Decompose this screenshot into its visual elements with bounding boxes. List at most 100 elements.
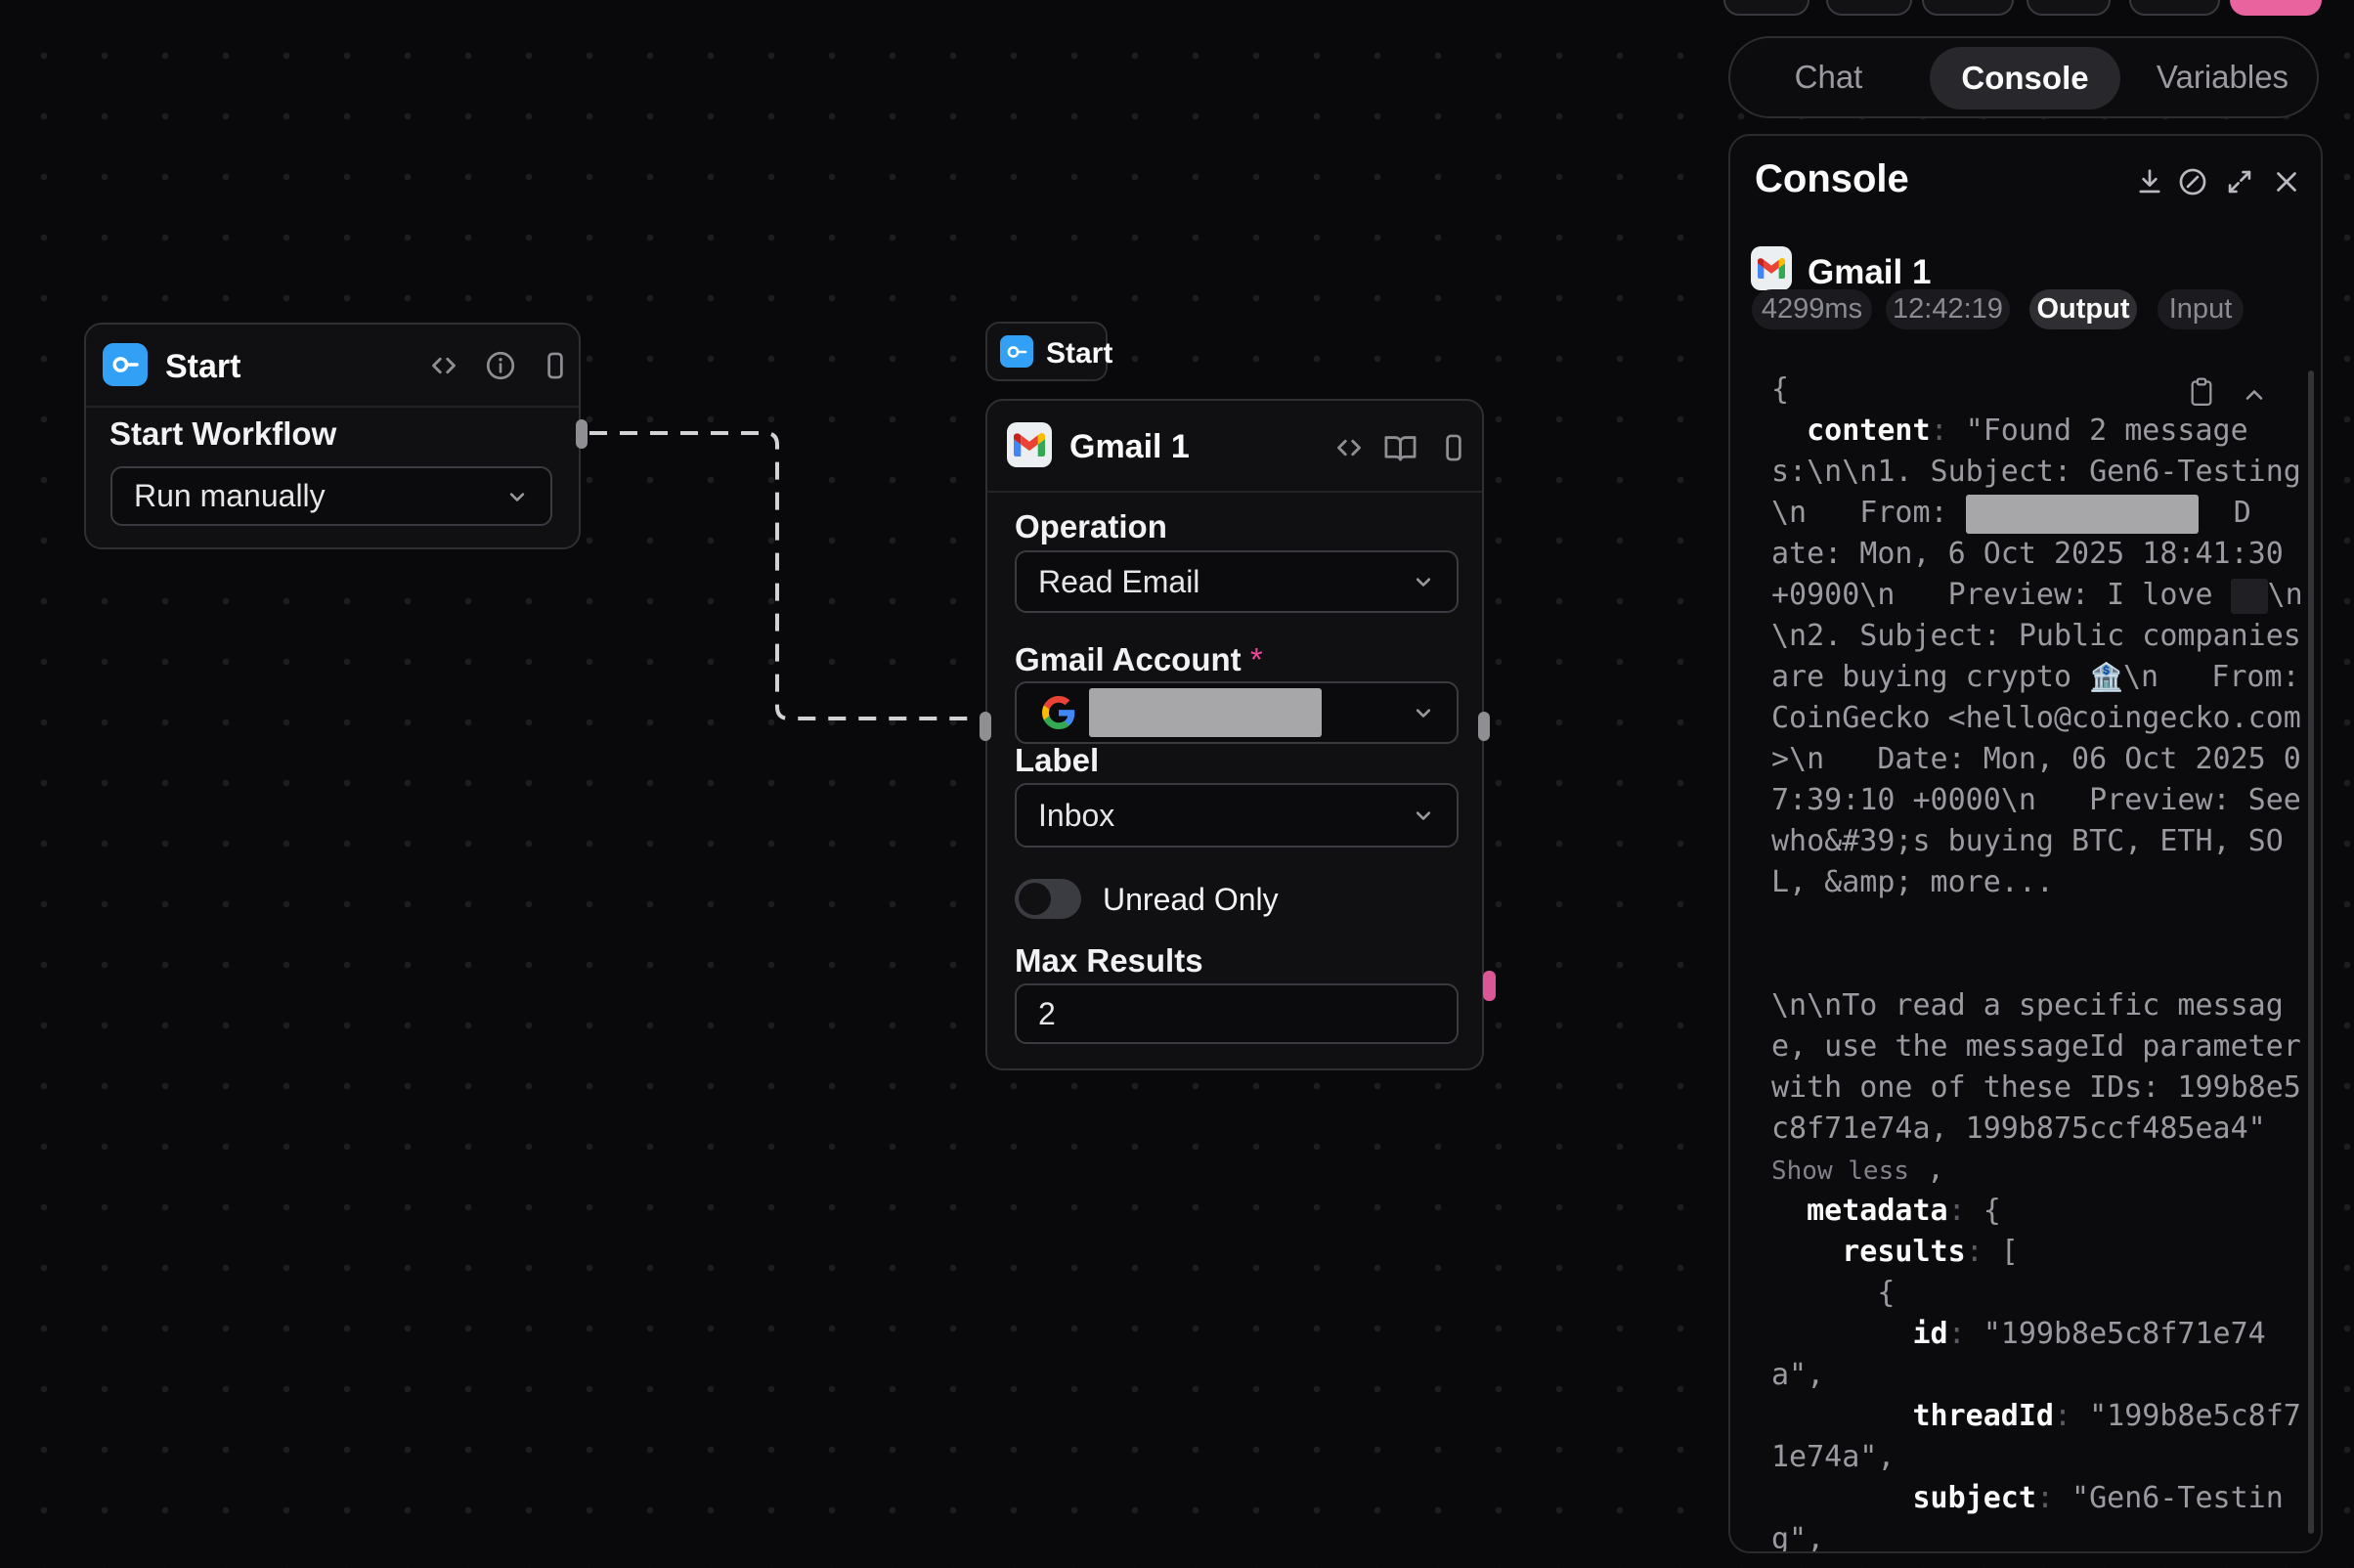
download-icon[interactable] (2133, 165, 2166, 198)
console-text-segment: D (2199, 496, 2251, 530)
gmail-account-select[interactable] (1015, 681, 1459, 744)
console-text-segment: \n (2268, 578, 2303, 612)
start-workflow-value: Run manually (134, 478, 326, 514)
gmail-node-output-handle[interactable] (1483, 971, 1496, 1001)
console-text-segment: "199b8e5c8f71e74 (1966, 1317, 2266, 1351)
panel-icon[interactable] (539, 349, 572, 382)
start-node-output-handle[interactable] (576, 419, 588, 449)
console-text-segment: \n2. Subject: Public companies (1771, 619, 2301, 653)
console-output-line: are buying crypto 🏦\n From: (1771, 657, 2321, 698)
console-text-segment: : (1948, 1317, 1966, 1351)
max-results-input[interactable]: 2 (1015, 983, 1459, 1044)
gmail-node-input-handle[interactable] (980, 712, 991, 741)
console-output-line: e, use the messageId parameter (1771, 1026, 2321, 1067)
max-results-label: Max Results (1015, 942, 1203, 980)
clear-console-icon[interactable] (2176, 165, 2209, 198)
max-results-value: 2 (1038, 996, 1056, 1032)
toolbar-button-1[interactable] (1723, 0, 1809, 16)
console-text-segment: s:\n\n1. Subject: Gen6-Testing (1771, 455, 2301, 489)
panel-tab-bar: Chat Console Variables (1728, 36, 2319, 118)
toolbar-button-5[interactable] (2129, 0, 2220, 16)
console-output-line: a", (1771, 1355, 2321, 1396)
info-icon[interactable] (484, 349, 517, 382)
console-output-line: { (1771, 370, 2321, 411)
console-text-segment: : (2054, 1399, 2071, 1433)
console-title: Console (1755, 157, 1909, 201)
show-less-link[interactable]: Show less (1771, 1156, 1909, 1186)
console-text-segment: threadId (1913, 1399, 2055, 1433)
output-tab[interactable]: Output (2029, 289, 2137, 329)
console-text-segment: who&#39;s buying BTC, ETH, SO (1771, 824, 2284, 858)
console-text-segment: c8f71e74a, 199b875ccf485ea4" (1771, 1111, 2266, 1146)
tab-console[interactable]: Console (1930, 47, 2120, 109)
console-text-segment: \n\nTo read a specific messag (1771, 988, 2284, 1023)
operation-label: Operation (1015, 508, 1167, 545)
console-text-segment: L, &amp; more... (1771, 865, 2054, 899)
toolbar-button-3[interactable] (1922, 0, 2014, 16)
console-text-segment: [ (1983, 1235, 2019, 1269)
console-text-segment (1771, 1481, 1913, 1515)
console-text-segment: with one of these IDs: 199b8e5 (1771, 1070, 2301, 1105)
docs-book-icon[interactable] (1383, 431, 1417, 465)
gmail-node-card[interactable]: Gmail 1 Operation Read Email Gmail Accou… (985, 399, 1484, 1070)
close-icon[interactable] (2270, 165, 2303, 198)
toolbar-button-2[interactable] (1826, 0, 1912, 16)
console-output-line (1771, 903, 2321, 944)
console-output-line: content: "Found 2 message (1771, 411, 2321, 452)
console-text-segment: { (1966, 1194, 2001, 1228)
console-output-line (1771, 944, 2321, 985)
console-output-line: \n2. Subject: Public companies (1771, 616, 2321, 657)
code-icon[interactable] (1331, 430, 1367, 465)
console-text-segment: a", (1771, 1358, 1824, 1392)
console-text-segment: 7:39:10 +0000\n Preview: See (1771, 783, 2301, 817)
console-text-segment (1771, 1399, 1913, 1433)
unread-only-label: Unread Only (1103, 882, 1279, 918)
console-output-line: id: "199b8e5c8f71e74 (1771, 1314, 2321, 1355)
console-text-segment: "Found 2 message (1948, 414, 2248, 448)
console-text-segment (1771, 414, 1807, 448)
gmail-node-right-handle[interactable] (1478, 712, 1490, 741)
chevron-down-icon (1410, 802, 1437, 829)
console-text-segment (1771, 1235, 1842, 1269)
console-text-segment: : (1966, 1235, 1983, 1269)
console-text-segment: { (1771, 372, 1789, 407)
console-text-segment: id (1913, 1317, 1948, 1351)
toolbar-run-button[interactable] (2230, 0, 2322, 16)
panel-icon[interactable] (1437, 431, 1470, 464)
redacted-account-email (1089, 688, 1322, 737)
label-value: Inbox (1038, 798, 1114, 834)
toolbar-button-4[interactable] (2027, 0, 2111, 16)
gmail-node-divider (987, 491, 1482, 493)
console-output-line: Show less , (1771, 1150, 2321, 1191)
console-output-line: c8f71e74a, 199b875ccf485ea4" (1771, 1109, 2321, 1150)
operation-select[interactable]: Read Email (1015, 550, 1459, 613)
console-scrollbar[interactable] (2308, 370, 2314, 1534)
code-icon[interactable] (426, 348, 461, 383)
input-tab[interactable]: Input (2158, 289, 2244, 329)
start-chip[interactable]: Start (985, 322, 1108, 381)
tab-chat[interactable]: Chat (1730, 38, 1927, 116)
console-text-segment: \n From: (1771, 496, 1966, 530)
console-output-lines: { content: "Found 2 messages:\n\n1. Subj… (1771, 370, 2321, 1553)
console-text-segment (1771, 1194, 1807, 1228)
console-text-segment: >\n Date: Mon, 06 Oct 2025 0 (1771, 742, 2301, 776)
chevron-down-icon (1410, 568, 1437, 595)
console-text-segment: "199b8e5c8f7 (2071, 1399, 2301, 1433)
tab-variables[interactable]: Variables (2124, 38, 2321, 116)
expand-icon[interactable] (2223, 165, 2256, 198)
start-node-card[interactable]: Start Start Workflow Run manually (84, 323, 581, 549)
start-workflow-select[interactable]: Run manually (110, 466, 552, 526)
console-output-line: \n\nTo read a specific messag (1771, 985, 2321, 1026)
label-select[interactable]: Inbox (1015, 783, 1459, 848)
start-node-title: Start (165, 348, 240, 386)
unread-only-toggle[interactable] (1015, 879, 1081, 919)
console-output-line: metadata: { (1771, 1191, 2321, 1232)
gmail-node-title: Gmail 1 (1069, 428, 1190, 466)
console-output-line: subject: "Gen6-Testin (1771, 1478, 2321, 1519)
console-output-line: ate: Mon, 6 Oct 2025 18:41:30 (1771, 534, 2321, 575)
console-text-segment: { (1771, 1276, 1895, 1310)
console-text-segment: , (1909, 1153, 1944, 1187)
console-output-line: results: [ (1771, 1232, 2321, 1273)
console-output-line: who&#39;s buying BTC, ETH, SO (1771, 821, 2321, 862)
console-text-segment: e, use the messageId parameter (1771, 1029, 2301, 1064)
